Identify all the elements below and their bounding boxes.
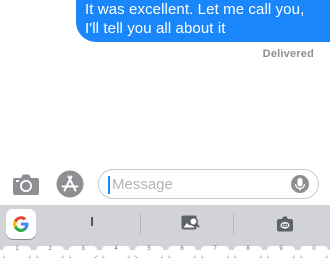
key-row: 1 2 3 4 5 6 7 8 9 0 bbox=[0, 246, 330, 258]
key-hint: 4 bbox=[114, 246, 118, 252]
key-hint: 7 bbox=[213, 246, 217, 252]
microphone-icon[interactable] bbox=[291, 175, 309, 195]
message-line-1: It was excellent. Let me call you, bbox=[85, 1, 305, 18]
message-line-2: I'll tell you all about it bbox=[85, 20, 226, 37]
delivery-status: Delivered bbox=[262, 48, 314, 60]
key[interactable]: 0 bbox=[300, 246, 328, 258]
app-store-icon[interactable] bbox=[56, 170, 84, 198]
sent-message-bubble[interactable]: It was excellent. Let me call you, I'll … bbox=[76, 0, 330, 42]
key[interactable]: 6 bbox=[168, 246, 196, 258]
suggestion-divider bbox=[140, 213, 141, 235]
key[interactable]: 3 bbox=[69, 246, 97, 258]
key-hint: 8 bbox=[246, 246, 250, 252]
suggestion-word[interactable]: I bbox=[86, 214, 98, 229]
key[interactable]: 4 bbox=[102, 246, 130, 258]
key-hint: 1 bbox=[15, 246, 19, 252]
key[interactable]: 9 bbox=[267, 246, 295, 258]
key-hint: 9 bbox=[279, 246, 283, 252]
key[interactable]: 8 bbox=[234, 246, 262, 258]
key-hint: 2 bbox=[48, 246, 52, 252]
gif-icon[interactable] bbox=[276, 215, 294, 232]
key[interactable]: 5 bbox=[135, 246, 163, 258]
message-input[interactable]: Message bbox=[98, 169, 319, 199]
message-placeholder: Message bbox=[112, 176, 173, 193]
key-hint: 5 bbox=[147, 246, 151, 252]
key[interactable]: 1 bbox=[3, 246, 31, 258]
key[interactable]: 7 bbox=[201, 246, 229, 258]
text-cursor bbox=[108, 176, 110, 194]
camera-icon[interactable] bbox=[12, 172, 40, 196]
google-logo-icon[interactable] bbox=[6, 209, 36, 239]
key-hint: 0 bbox=[312, 246, 316, 252]
keyboard: I 1 2 3 4 5 6 7 8 9 0 bbox=[0, 205, 330, 258]
image-search-icon[interactable] bbox=[180, 213, 200, 233]
suggestion-divider bbox=[233, 213, 234, 235]
key-hint: 6 bbox=[180, 246, 184, 252]
key[interactable]: 2 bbox=[36, 246, 64, 258]
key-hint: 3 bbox=[81, 246, 85, 252]
